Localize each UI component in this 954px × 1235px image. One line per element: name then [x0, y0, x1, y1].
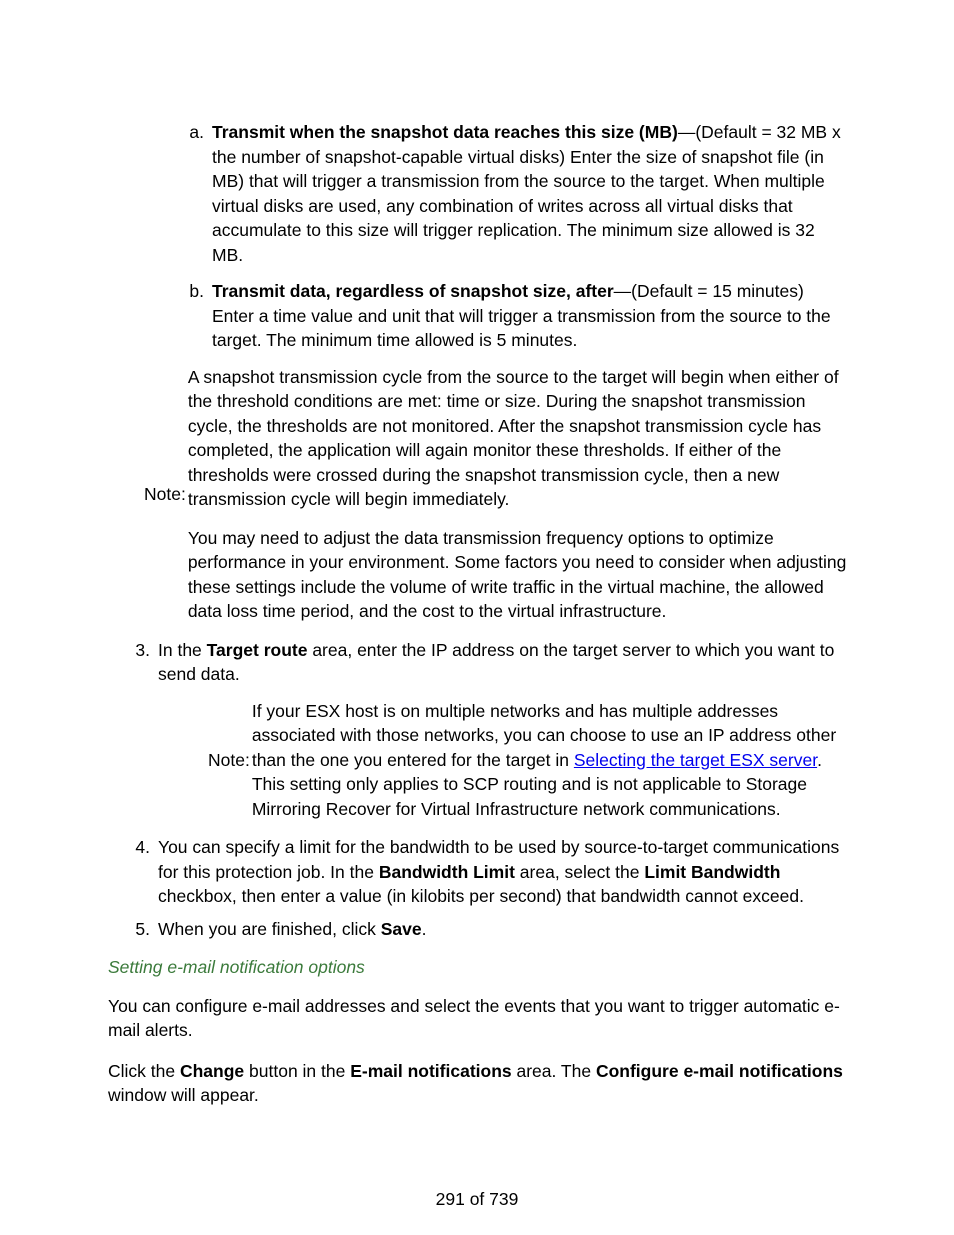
list-item-continuation: Transmit when the snapshot data reaches … [108, 120, 848, 624]
list-item-4: You can specify a limit for the bandwidt… [144, 835, 848, 909]
list-item-3: In the Target route area, enter the IP a… [144, 638, 848, 822]
note-block-2: Note: If your ESX host is on multiple ne… [208, 699, 848, 822]
item5-t1: When you are finished, click [158, 919, 381, 939]
p2-b1: Change [180, 1061, 244, 1081]
note-body: A snapshot transmission cycle from the s… [188, 365, 848, 624]
alpha-list: Transmit when the snapshot data reaches … [144, 120, 848, 353]
link-selecting-target-esx[interactable]: Selecting the target ESX server [574, 750, 817, 770]
alpha-item-a: Transmit when the snapshot data reaches … [198, 120, 848, 267]
section-heading-email: Setting e-mail notification options [108, 955, 848, 980]
item4-b1: Bandwidth Limit [379, 862, 515, 882]
p2-t2: button in the [244, 1061, 350, 1081]
note1-paragraph-2: You may need to adjust the data transmis… [188, 526, 848, 624]
note-body: If your ESX host is on multiple networks… [252, 699, 848, 822]
numbered-list: Transmit when the snapshot data reaches … [108, 120, 848, 941]
alpha-a-title: Transmit when the snapshot data reaches … [212, 122, 678, 142]
item3-pre: In the [158, 640, 207, 660]
p2-t4: window will appear. [108, 1085, 259, 1105]
note-label: Note: [208, 748, 252, 773]
note-block-1: Note: A snapshot transmission cycle from… [144, 365, 848, 624]
alpha-a-text: —(Default = 32 MB x the number of snapsh… [212, 122, 841, 265]
note-label: Note: [144, 482, 188, 507]
page-footer: 291 of 739 [0, 1187, 954, 1212]
list-item-5: When you are finished, click Save. [144, 917, 848, 942]
paragraph-email-change: Click the Change button in the E-mail no… [108, 1059, 848, 1108]
note1-paragraph-1: A snapshot transmission cycle from the s… [188, 365, 848, 512]
note2-paragraph: If your ESX host is on multiple networks… [252, 699, 848, 822]
alpha-item-b: Transmit data, regardless of snapshot si… [198, 279, 848, 353]
item4-b2: Limit Bandwidth [644, 862, 780, 882]
item5-b1: Save [381, 919, 422, 939]
item4-t2: area, select the [515, 862, 644, 882]
p2-b2: E-mail notifications [350, 1061, 511, 1081]
p2-t3: area. The [512, 1061, 596, 1081]
paragraph-email-intro: You can configure e-mail addresses and s… [108, 994, 848, 1043]
item3-bold: Target route [207, 640, 308, 660]
item4-t3: checkbox, then enter a value (in kilobit… [158, 886, 804, 906]
item5-t2: . [422, 919, 427, 939]
p2-b3: Configure e-mail notifications [596, 1061, 843, 1081]
alpha-b-title: Transmit data, regardless of snapshot si… [212, 281, 614, 301]
p2-t1: Click the [108, 1061, 180, 1081]
document-page: Transmit when the snapshot data reaches … [0, 0, 954, 1235]
